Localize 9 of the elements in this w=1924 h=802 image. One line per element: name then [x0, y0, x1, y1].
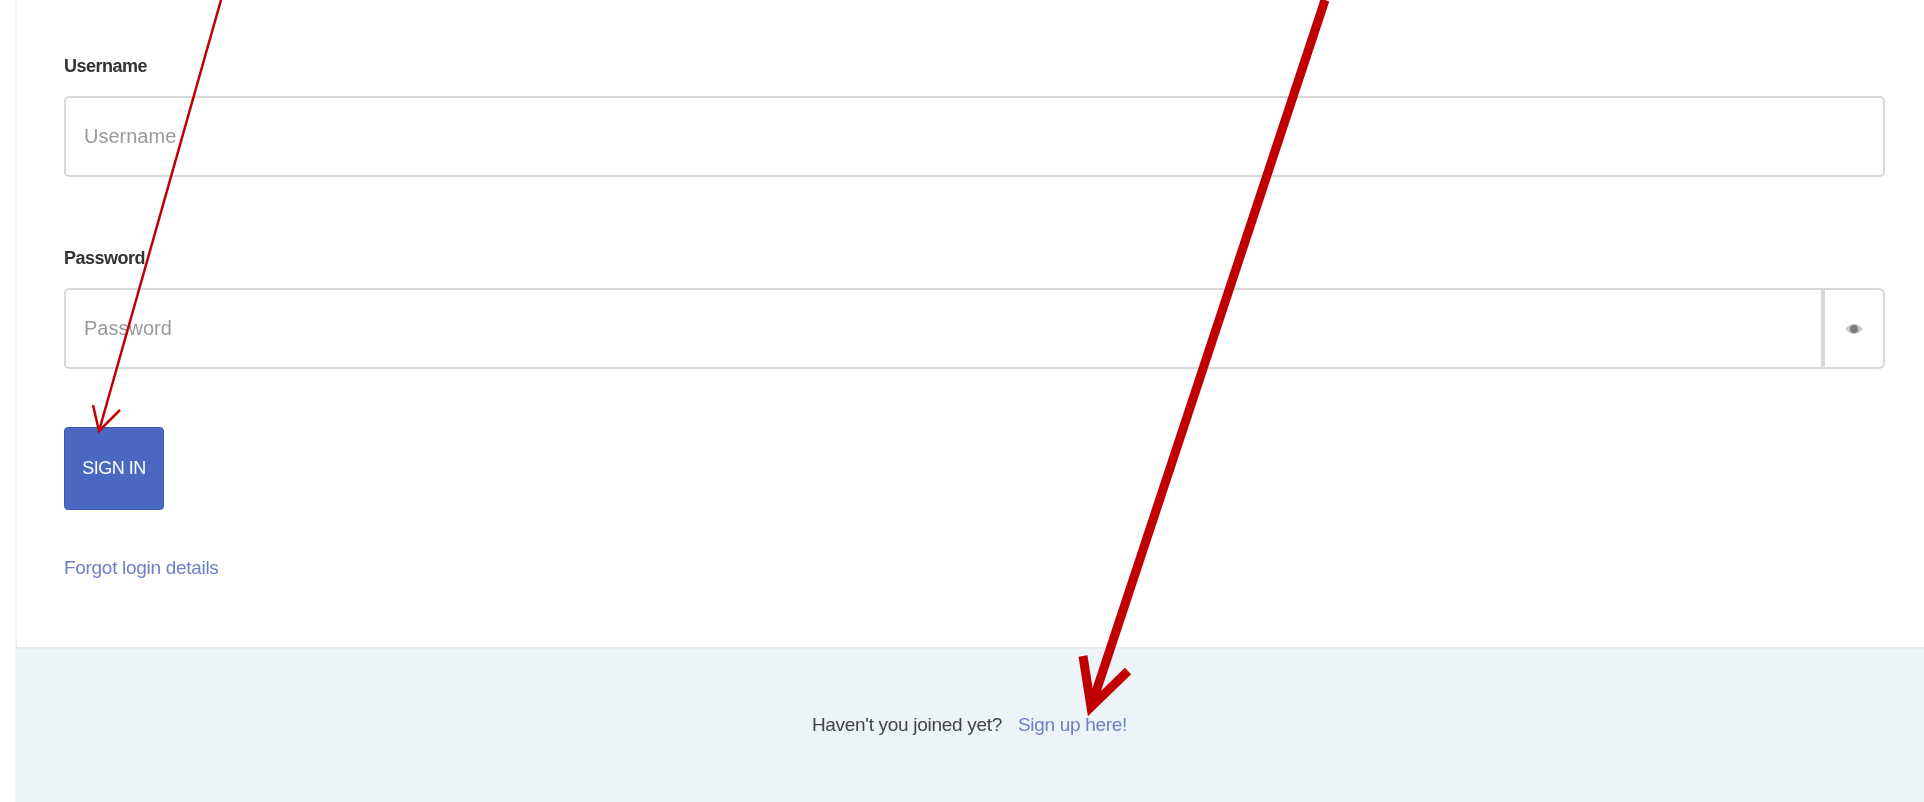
sign-up-link[interactable]: Sign up here!: [1017, 711, 1128, 740]
eye-icon: [1844, 321, 1864, 336]
signup-prompt: Haven't you joined yet?: [811, 713, 1002, 738]
field-label: Password: [64, 247, 146, 270]
forgot-login-link[interactable]: Forgot login details: [64, 557, 219, 578]
show-password-button[interactable]: [1822, 288, 1885, 369]
sign-in-button[interactable]: SIGN IN: [64, 427, 164, 510]
field-label: Username: [64, 55, 148, 78]
username-field[interactable]: Username: [64, 96, 1885, 177]
